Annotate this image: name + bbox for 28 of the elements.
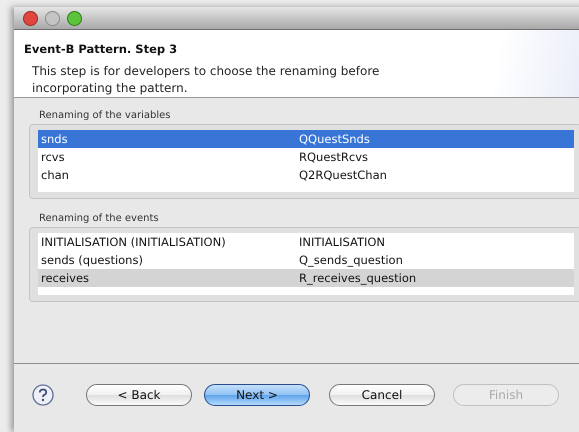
table-cell-text: chan xyxy=(40,168,70,182)
wizard-button[interactable]: Next > xyxy=(204,384,310,406)
wizard-button[interactable]: Cancel xyxy=(329,384,435,406)
table-cell-text: Q2RQuestChan xyxy=(298,168,388,182)
group-label: Renaming of the variables xyxy=(39,110,172,121)
table-cell-text: receives xyxy=(40,271,90,285)
table-cell-text: sends (questions) xyxy=(40,253,144,267)
table-row[interactable]: rcvs RQuestRcvs xyxy=(38,148,574,166)
table-cell-text: Q_sends_question xyxy=(298,253,404,267)
wizard-button[interactable]: < Back xyxy=(86,384,192,406)
table-cell-text: snds xyxy=(40,132,69,146)
table-row[interactable]: INITIALISATION (INITIALISATION) INITIALISATION xyxy=(38,233,574,251)
table-cell-text: INITIALISATION xyxy=(298,235,386,249)
close-icon[interactable] xyxy=(23,10,38,26)
zoom-icon[interactable] xyxy=(67,10,82,26)
description-text: This step is for developers to choose the renaming before incorporating the pattern. xyxy=(32,63,380,97)
table-cell-text: RQuestRcvs xyxy=(298,150,370,164)
table-row[interactable]: chan Q2RQuestChan xyxy=(38,166,574,184)
table-row[interactable]: sends (questions) Q_sends_question xyxy=(38,251,574,269)
table-row[interactable]: receives R_receives_question xyxy=(38,269,574,287)
group-label: Renaming of the events xyxy=(39,213,160,224)
window-title: Event-B Pattern. Step 3 xyxy=(24,42,178,56)
table-row[interactable]: snds QQuestSnds xyxy=(38,130,574,148)
table-cell-text: rcvs xyxy=(40,150,66,164)
table-cell-text: R_receives_question xyxy=(298,271,418,285)
table-cell-text: INITIALISATION (INITIALISATION) xyxy=(40,235,227,249)
table-cell-text: QQuestSnds xyxy=(298,132,371,146)
help-icon[interactable] xyxy=(32,384,54,406)
